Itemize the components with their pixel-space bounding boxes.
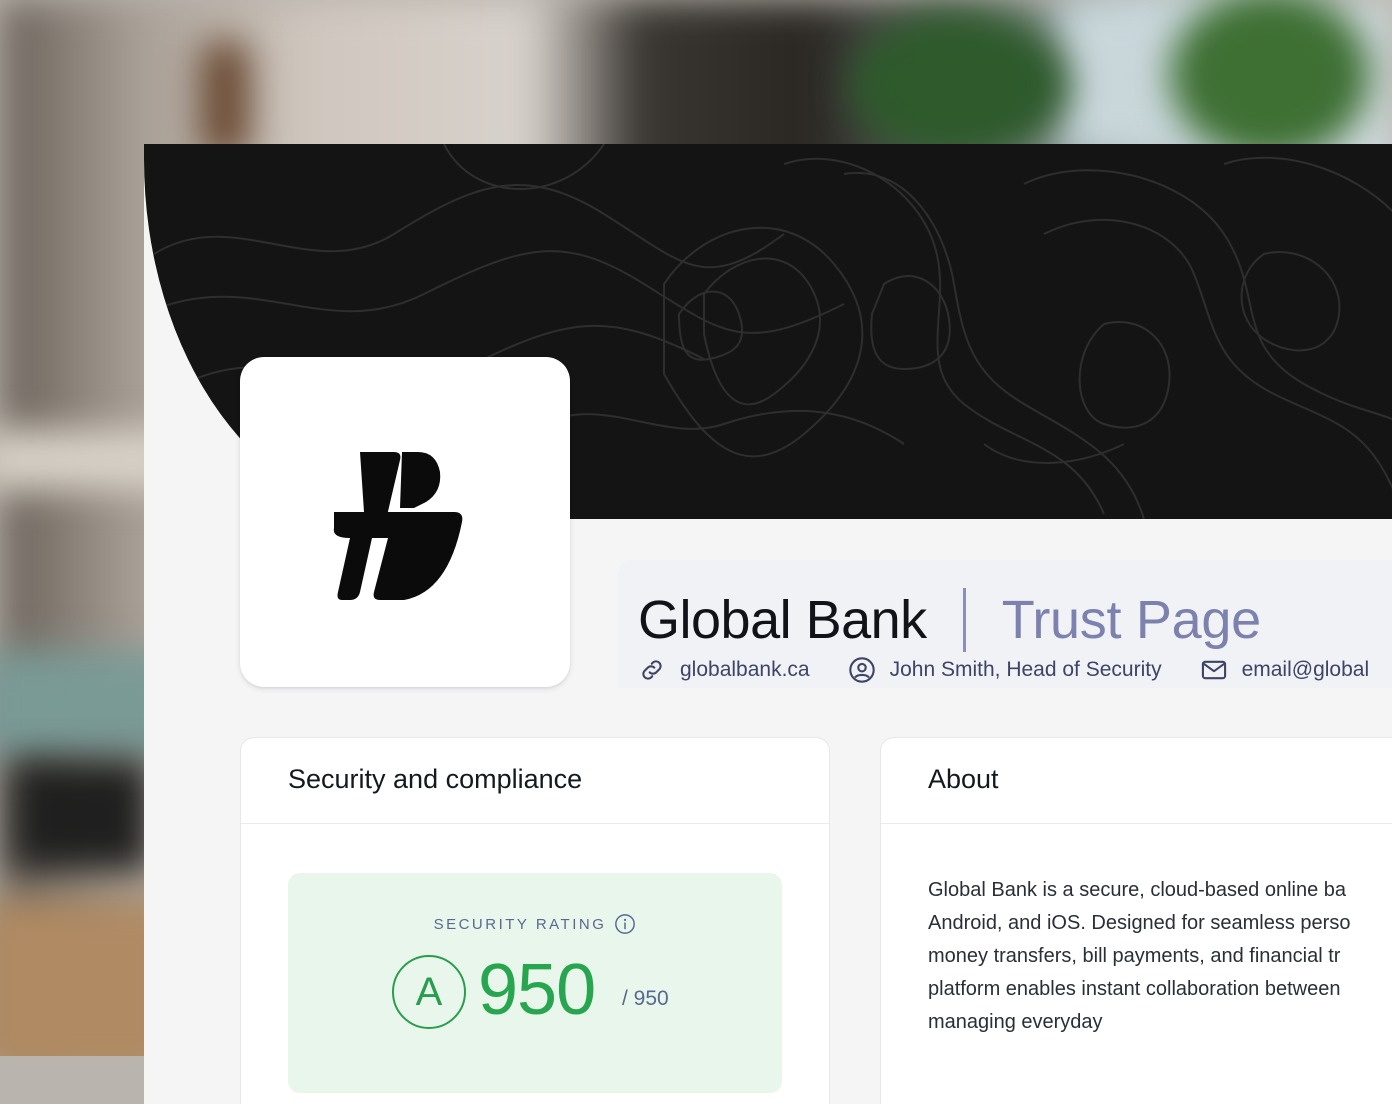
about-line: money transfers, bill payments, and fina… <box>928 945 1341 967</box>
rating-score: 950 <box>478 950 596 1030</box>
link-icon <box>642 660 662 680</box>
company-header: Global Bank Trust Page globalbank.ca Joh… <box>618 560 1392 688</box>
title-divider <box>962 588 966 652</box>
about-line: platform enables instant collaboration b… <box>928 978 1341 1000</box>
brand-logo-icon <box>333 452 463 600</box>
contact-text: John Smith, Head of Security <box>889 658 1162 681</box>
about-card: About Global Bank is a secure, cloud-bas… <box>880 737 1392 1104</box>
security-card-title: Security and compliance <box>241 738 829 824</box>
about-card-title: About <box>881 738 1392 824</box>
rating-score-max: / 950 <box>622 987 669 1010</box>
about-description: Global Bank is a secure, cloud-based onl… <box>928 874 1392 1039</box>
company-name: Global Bank <box>638 590 927 650</box>
email-link[interactable]: email@global <box>1200 656 1370 684</box>
security-compliance-card: Security and compliance SECURITY RATING … <box>240 737 830 1104</box>
email-text: email@global <box>1241 658 1370 681</box>
rating-label-text: SECURITY RATING <box>433 915 607 933</box>
security-contact: John Smith, Head of Security <box>848 656 1162 684</box>
security-rating-box: SECURITY RATING A 950 / 950 <box>288 873 782 1093</box>
info-icon[interactable] <box>614 913 636 935</box>
about-line: managing everyday <box>928 1011 1103 1033</box>
security-rating-label: SECURITY RATING <box>288 913 782 935</box>
website-text: globalbank.ca <box>680 658 810 681</box>
about-line: Global Bank is a secure, cloud-based onl… <box>928 879 1347 901</box>
trust-page-panel: Global Bank Trust Page globalbank.ca Joh… <box>144 144 1392 1104</box>
mail-icon <box>1201 660 1226 680</box>
page-type-title: Trust Page <box>1001 590 1261 650</box>
user-circle-icon <box>848 657 875 683</box>
about-line: Android, and iOS. Designed for seamless … <box>928 912 1351 934</box>
company-logo-card <box>240 357 570 687</box>
rating-grade-badge: A <box>392 955 466 1029</box>
website-link[interactable]: globalbank.ca <box>638 656 810 684</box>
